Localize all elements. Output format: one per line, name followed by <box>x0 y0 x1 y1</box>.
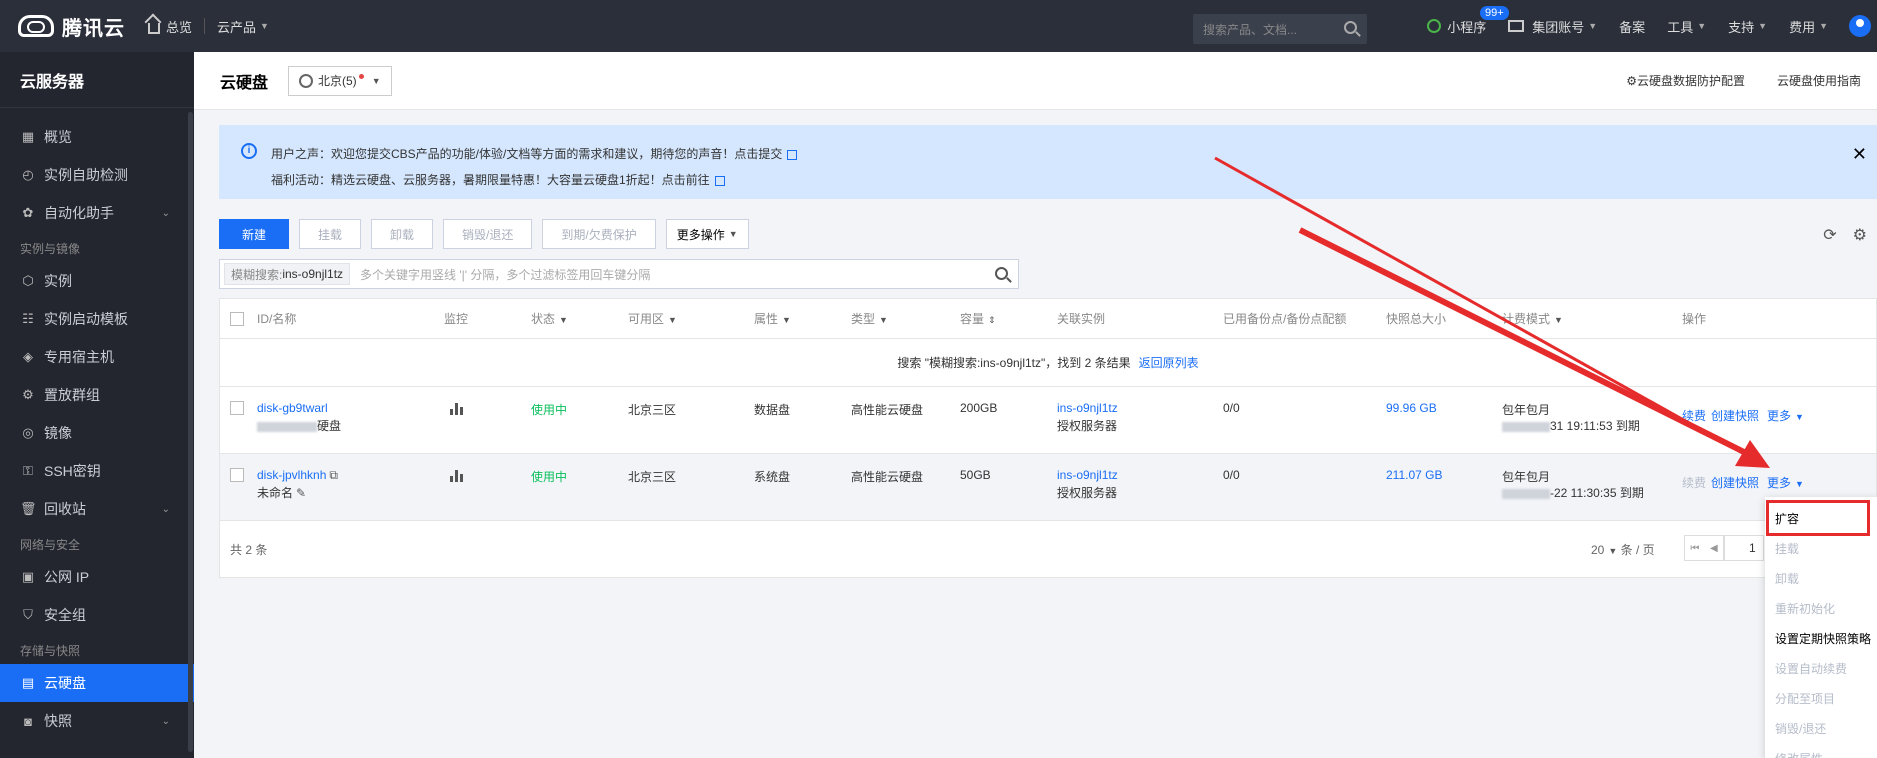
arrow-shaft <box>1298 227 1762 463</box>
annotation-arrow <box>1214 156 1770 468</box>
arrow-head <box>1735 440 1770 468</box>
